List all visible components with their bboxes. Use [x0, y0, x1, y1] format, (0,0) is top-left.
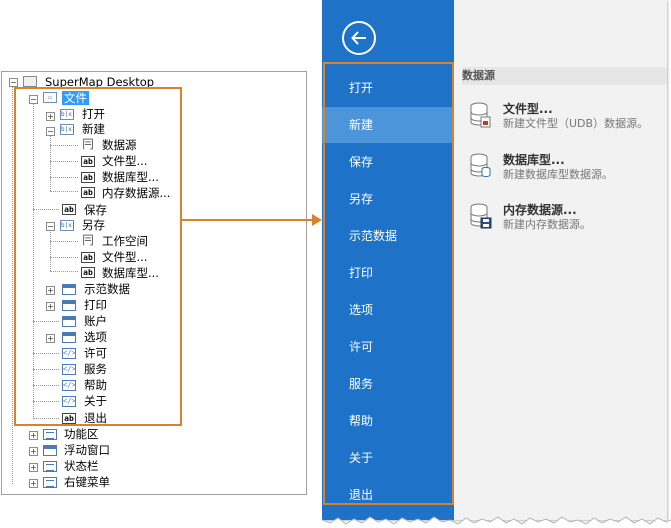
window-icon: [43, 445, 57, 456]
ribbon-icon: [43, 429, 57, 440]
expand-toggle[interactable]: +: [29, 479, 38, 488]
expand-toggle[interactable]: +: [29, 463, 38, 472]
app-icon: [23, 76, 37, 87]
option-description: 新建文件型（UDB）数据源。: [503, 117, 649, 130]
option-memory-datasource[interactable]: 内存数据源... 新建内存数据源。: [467, 201, 667, 237]
context-menu-icon: [43, 477, 57, 488]
statusbar-icon: [43, 461, 57, 472]
file-datasource-icon: [470, 102, 491, 128]
collapse-toggle[interactable]: −: [9, 78, 18, 87]
option-description: 新建数据库型数据源。: [503, 168, 613, 181]
expand-toggle[interactable]: +: [29, 447, 38, 456]
option-description: 新建内存数据源。: [503, 218, 591, 231]
highlight-box: [14, 87, 182, 426]
option-file-datasource[interactable]: 文件型... 新建文件型（UDB）数据源。: [467, 100, 667, 136]
expand-toggle[interactable]: +: [29, 431, 38, 440]
back-arrow-icon[interactable]: [342, 21, 376, 55]
torn-edge: [322, 516, 671, 528]
option-database-datasource[interactable]: 数据库型... 新建数据库型数据源。: [467, 151, 667, 187]
highlight-box: [323, 62, 454, 505]
mapping-arrow: [182, 219, 314, 221]
section-title: 数据源: [462, 67, 667, 85]
memory-datasource-icon: [470, 203, 492, 229]
tree-line: [12, 86, 13, 484]
arrow-head-icon: [312, 214, 322, 226]
database-datasource-icon: [470, 153, 491, 178]
